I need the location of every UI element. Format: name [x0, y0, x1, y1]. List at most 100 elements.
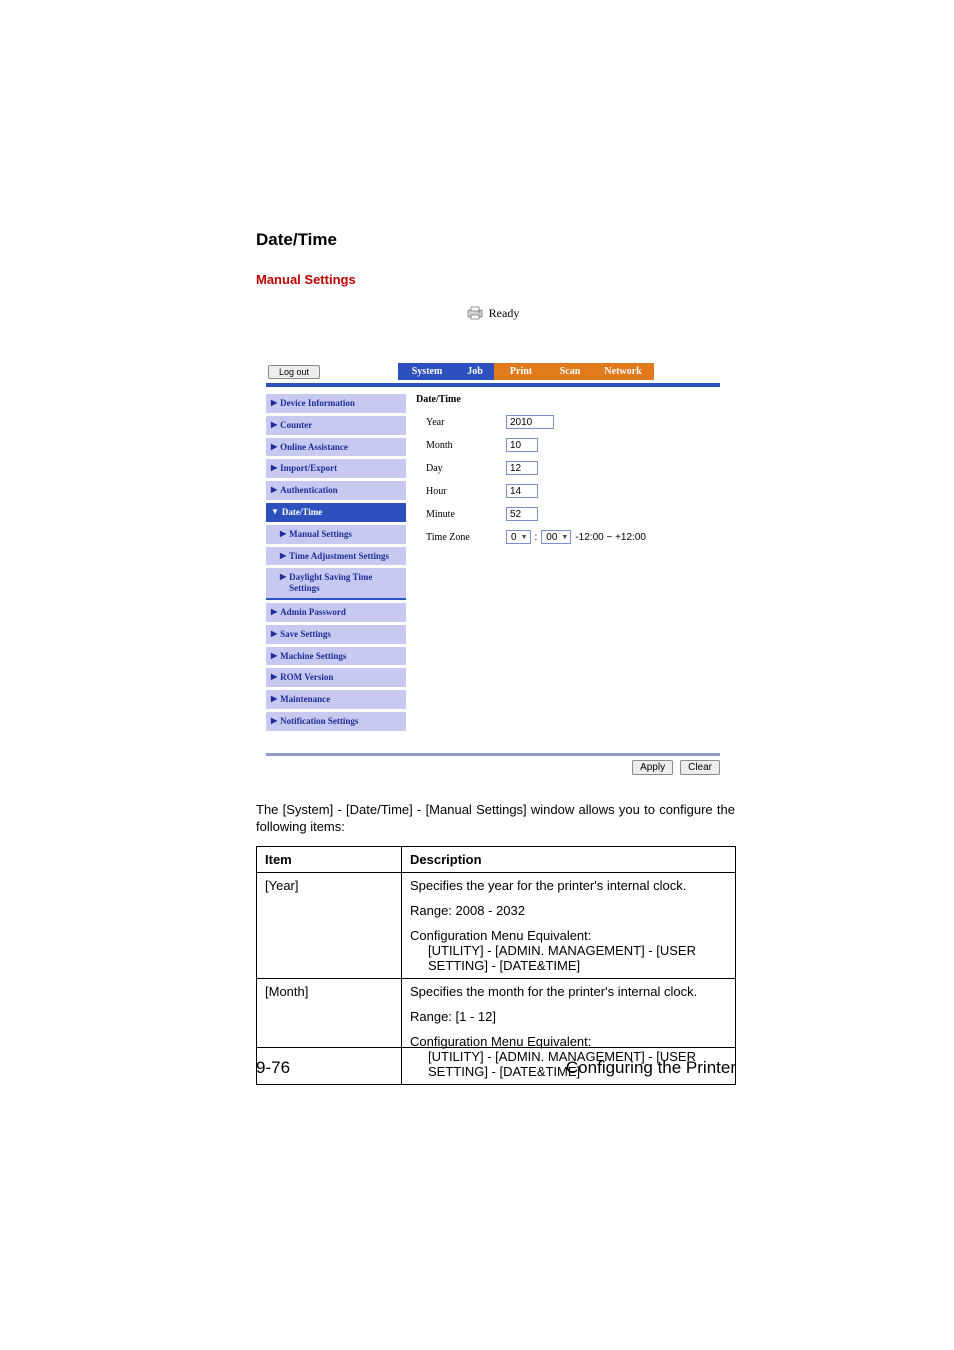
th-description: Description	[402, 846, 736, 872]
logout-button[interactable]: Log out	[268, 365, 320, 379]
apply-button[interactable]: Apply	[632, 760, 673, 775]
sidebar-label: Authentication	[280, 485, 338, 496]
triangle-right-icon: ▶	[271, 672, 277, 682]
cfg-path: [UTILITY] - [ADMIN. MANAGEMENT] - [USER …	[428, 943, 727, 973]
minute-label: Minute	[416, 509, 506, 520]
sidebar-item-import-export[interactable]: ▶Import/Export	[266, 459, 406, 478]
sidebar-item-counter[interactable]: ▶Counter	[266, 416, 406, 435]
desc-line: Specifies the month for the printer's in…	[410, 984, 727, 999]
timezone-separator: :	[535, 532, 538, 543]
sidebar-item-rom-version[interactable]: ▶ROM Version	[266, 668, 406, 687]
sidebar-item-machine-settings[interactable]: ▶Machine Settings	[266, 647, 406, 666]
sidebar-label: Manual Settings	[289, 529, 352, 540]
sidebar-label: Import/Export	[280, 463, 337, 474]
tab-network[interactable]: Network	[592, 363, 654, 380]
sidebar-label: Counter	[280, 420, 312, 431]
year-label: Year	[416, 417, 506, 428]
sidebar-item-manual-settings[interactable]: ▶Manual Settings	[266, 525, 406, 544]
sidebar-item-save-settings[interactable]: ▶Save Settings	[266, 625, 406, 644]
timezone-minute-value: 00	[546, 532, 557, 543]
tab-job[interactable]: Job	[456, 363, 494, 380]
sidebar-item-time-adjustment[interactable]: ▶Time Adjustment Settings	[266, 547, 406, 566]
content-panel: Date/Time Year Month Day Hour	[416, 394, 720, 734]
sidebar-label: Notification Settings	[280, 716, 358, 727]
triangle-right-icon: ▶	[280, 551, 286, 561]
sidebar-label: Device Information	[280, 398, 355, 409]
desc-range: Range: 2008 - 2032	[410, 903, 727, 918]
tab-system[interactable]: System	[398, 363, 456, 380]
hour-label: Hour	[416, 486, 506, 497]
chevron-down-icon: ▼	[521, 534, 528, 541]
timezone-minute-select[interactable]: 00 ▼	[541, 530, 571, 544]
month-input[interactable]	[506, 438, 538, 452]
tab-scan[interactable]: Scan	[548, 363, 592, 380]
day-label: Day	[416, 463, 506, 474]
sidebar-label: Online Assistance	[280, 442, 348, 453]
tab-strip: System Job Print Scan Network	[398, 363, 654, 380]
footer-rule	[256, 1047, 736, 1048]
timezone-hour-select[interactable]: 0 ▼	[506, 530, 531, 544]
heading-manual-settings: Manual Settings	[256, 272, 735, 287]
sidebar-label: Machine Settings	[280, 651, 346, 662]
sidebar-item-online-assistance[interactable]: ▶Online Assistance	[266, 438, 406, 457]
chevron-down-icon: ▼	[561, 534, 568, 541]
tab-print[interactable]: Print	[494, 363, 548, 380]
triangle-right-icon: ▶	[271, 485, 277, 495]
heading-date-time: Date/Time	[256, 230, 735, 250]
sidebar-label: Admin Password	[280, 607, 346, 618]
sidebar-label: Daylight Saving Time Settings	[289, 572, 401, 594]
sidebar-item-authentication[interactable]: ▶Authentication	[266, 481, 406, 500]
sidebar-label: ROM Version	[280, 672, 333, 683]
timezone-label: Time Zone	[416, 532, 506, 543]
triangle-right-icon: ▶	[271, 463, 277, 473]
month-label: Month	[416, 440, 506, 451]
tab-underline	[266, 383, 720, 387]
status-row: Ready	[256, 303, 730, 323]
table-row: [Year] Specifies the year for the printe…	[257, 872, 736, 978]
year-input[interactable]	[506, 415, 554, 429]
day-input[interactable]	[506, 461, 538, 475]
triangle-right-icon: ▶	[271, 716, 277, 726]
status-text: Ready	[489, 306, 520, 321]
triangle-right-icon: ▶	[271, 694, 277, 704]
sidebar-item-dst[interactable]: ▶Daylight Saving Time Settings	[266, 568, 406, 600]
sidebar: ▶Device Information ▶Counter ▶Online Ass…	[266, 394, 406, 734]
sidebar-label: Maintenance	[280, 694, 330, 705]
triangle-right-icon: ▶	[280, 529, 286, 539]
cfg-label: Configuration Menu Equivalent:	[410, 928, 591, 943]
footer-divider	[266, 753, 720, 756]
desc-range: Range: [1 - 12]	[410, 1009, 727, 1024]
triangle-right-icon: ▶	[271, 442, 277, 452]
cell-description: Specifies the year for the printer's int…	[402, 872, 736, 978]
topbar: Log out System Job Print Scan Network	[256, 363, 730, 383]
form-section-title: Date/Time	[416, 394, 720, 405]
embedded-web-ui: Ready Log out System Job Print Scan Netw…	[256, 303, 730, 775]
page-number: 9-76	[256, 1058, 290, 1078]
cell-item: [Year]	[257, 872, 402, 978]
sidebar-item-device-info[interactable]: ▶Device Information	[266, 394, 406, 413]
sidebar-item-admin-password[interactable]: ▶Admin Password	[266, 603, 406, 622]
printer-icon	[467, 306, 483, 320]
timezone-hour-value: 0	[511, 532, 517, 543]
hour-input[interactable]	[506, 484, 538, 498]
sidebar-label: Time Adjustment Settings	[289, 551, 389, 562]
sidebar-label: Date/Time	[282, 507, 322, 518]
timezone-range-hint: -12:00 ~ +12:00	[575, 532, 646, 543]
sidebar-label: Save Settings	[280, 629, 331, 640]
triangle-right-icon: ▶	[271, 629, 277, 639]
th-item: Item	[257, 846, 402, 872]
triangle-right-icon: ▶	[271, 420, 277, 430]
sidebar-item-date-time[interactable]: ▼Date/Time	[266, 503, 406, 522]
triangle-down-icon: ▼	[271, 507, 279, 517]
triangle-right-icon: ▶	[271, 398, 277, 408]
triangle-right-icon: ▶	[271, 651, 277, 661]
page-footer: 9-76 Configuring the Printer	[256, 1047, 736, 1078]
sidebar-item-notification[interactable]: ▶Notification Settings	[266, 712, 406, 731]
page-section-title: Configuring the Printer	[566, 1058, 736, 1078]
triangle-right-icon: ▶	[280, 572, 286, 582]
clear-button[interactable]: Clear	[680, 760, 720, 775]
minute-input[interactable]	[506, 507, 538, 521]
desc-line: Specifies the year for the printer's int…	[410, 878, 727, 893]
sidebar-item-maintenance[interactable]: ▶Maintenance	[266, 690, 406, 709]
intro-paragraph: The [System] - [Date/Time] - [Manual Set…	[256, 801, 735, 836]
